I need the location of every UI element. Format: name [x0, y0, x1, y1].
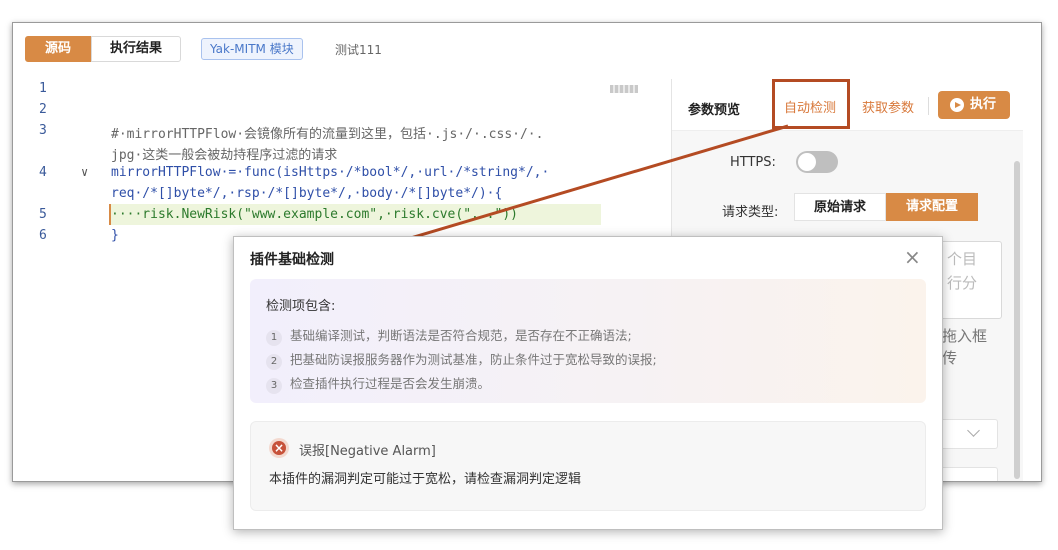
check-item: 1 基础编译测试，判断语法是否符合规范，是否存在不正确语法;	[266, 325, 632, 346]
item-text: 检查插件执行过程是否会发生崩溃。	[290, 376, 491, 391]
alarm-result-card: 误报[Negative Alarm] 本插件的漏洞判定可能过于宽松，请检查漏洞判…	[250, 421, 926, 511]
alarm-title: 误报[Negative Alarm]	[299, 444, 436, 459]
check-items-card: 检测项包含: 1 基础编译测试，判断语法是否符合规范，是否存在不正确语法; 2 把基…	[250, 279, 926, 403]
check-items-heading: 检测项包含:	[266, 299, 336, 314]
error-circle-icon	[269, 438, 289, 458]
item-number: 3	[266, 378, 282, 394]
dialog-title: 插件基础检测	[250, 252, 334, 268]
stage: 源码 执行结果 Yak-MITM 模块 测试111 1 2 3 #·mirror…	[0, 0, 1058, 550]
plugin-check-dialog: 插件基础检测 × 检测项包含: 1 基础编译测试，判断语法是否符合规范，是否存在不…	[233, 236, 943, 530]
item-text: 把基础防误报服务器作为测试基准，防止条件过于宽松导致的误报;	[290, 352, 657, 367]
check-item: 3 检查插件执行过程是否会发生崩溃。	[266, 373, 490, 394]
alarm-description: 本插件的漏洞判定可能过于宽松，请检查漏洞判定逻辑	[269, 472, 582, 487]
item-text: 基础编译测试，判断语法是否符合规范，是否存在不正确语法;	[290, 328, 632, 343]
item-number: 1	[266, 330, 282, 346]
check-item: 2 把基础防误报服务器作为测试基准，防止条件过于宽松导致的误报;	[266, 349, 657, 370]
item-number: 2	[266, 354, 282, 370]
close-icon[interactable]: ×	[904, 245, 921, 269]
